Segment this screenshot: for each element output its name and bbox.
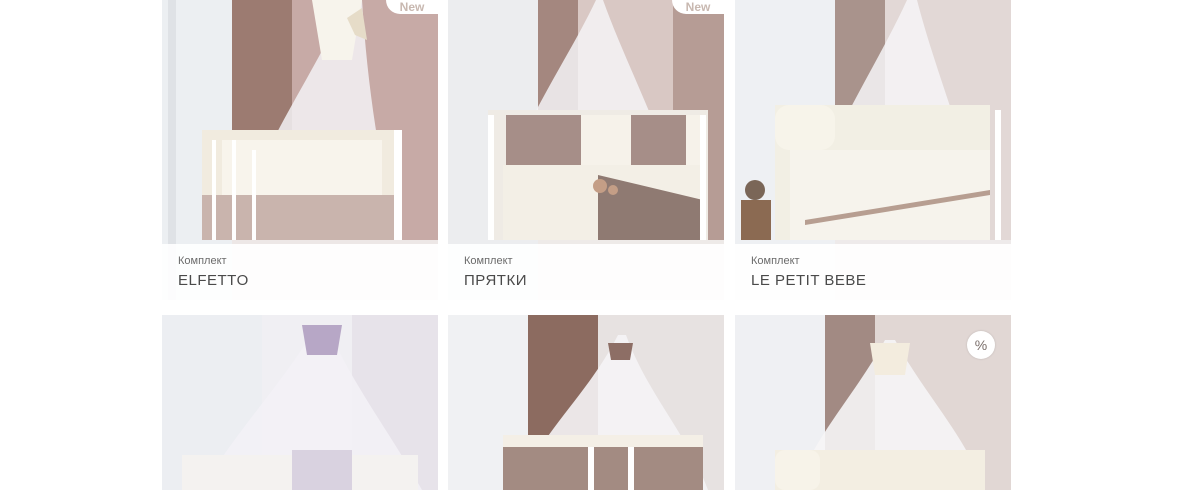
product-type-label: Комплект <box>178 255 227 267</box>
new-badge: New <box>672 0 724 14</box>
product-info-panel: Комплект ПРЯТКИ <box>448 244 724 300</box>
product-type-label: Комплект <box>464 255 513 267</box>
product-card-5[interactable] <box>448 315 724 490</box>
product-info-panel: Комплект LE PETIT BEBE <box>735 244 1011 300</box>
product-card-6[interactable]: % <box>735 315 1011 490</box>
product-title[interactable]: LE PETIT BEBE <box>751 271 995 291</box>
sale-percent-badge: % <box>967 331 995 359</box>
product-type-label: Комплект <box>751 255 800 267</box>
product-title[interactable]: ПРЯТКИ <box>464 271 708 291</box>
product-card-4[interactable] <box>162 315 438 490</box>
product-photo-image[interactable] <box>448 315 724 490</box>
product-catalog-grid: Комплект ELFETTO New Комплект ПРЯТКИ New… <box>0 0 1200 490</box>
product-card-elfetto[interactable]: Комплект ELFETTO New <box>162 0 438 300</box>
product-title[interactable]: ELFETTO <box>178 271 422 291</box>
product-info-panel: Комплект ELFETTO <box>162 244 438 300</box>
product-card-pryatki[interactable]: Комплект ПРЯТКИ New <box>448 0 724 300</box>
new-badge: New <box>386 0 438 14</box>
product-photo-image[interactable] <box>162 315 438 490</box>
product-card-le-petit-bebe[interactable]: Комплект LE PETIT BEBE <box>735 0 1011 300</box>
